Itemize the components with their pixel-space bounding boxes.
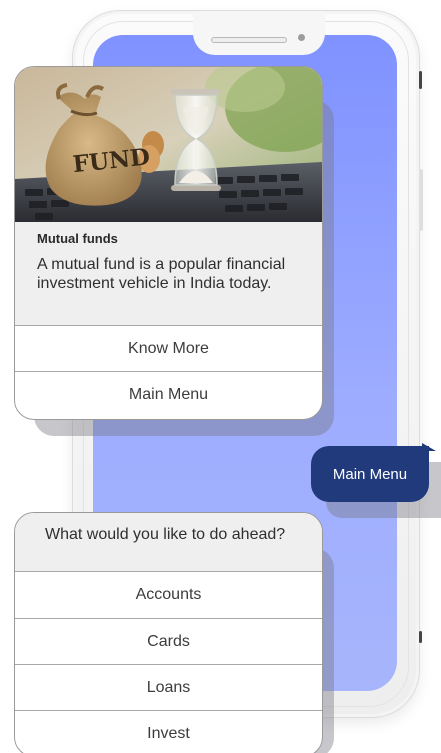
know-more-button[interactable]: Know More [15,325,322,372]
side-antenna-top [419,71,422,89]
phone-notch [193,11,325,55]
loans-option[interactable]: Loans [15,664,322,710]
side-antenna-bottom [419,631,422,643]
stage: FUND Mutual funds A mutual fund is a pop… [0,0,441,753]
card-info: Mutual funds A mutual fund is a popular … [15,222,322,325]
menu-prompt: What would you like to do ahead? [15,513,322,571]
front-camera [298,34,305,41]
card-description: A mutual fund is a popular financial inv… [37,256,286,292]
fund-bag-hourglass-image: FUND [15,67,322,222]
card-title: Mutual funds [37,231,118,246]
speaker-grille [211,37,287,43]
mutual-funds-card: FUND Mutual funds A mutual fund is a pop… [14,66,323,420]
accounts-option[interactable]: Accounts [15,571,322,617]
menu-options-card: What would you like to do ahead? Account… [14,512,323,753]
side-button [419,169,423,231]
cards-option[interactable]: Cards [15,618,322,664]
user-message-bubble: Main Menu [311,446,429,502]
invest-option[interactable]: Invest [15,710,322,753]
main-menu-button[interactable]: Main Menu [15,371,322,418]
